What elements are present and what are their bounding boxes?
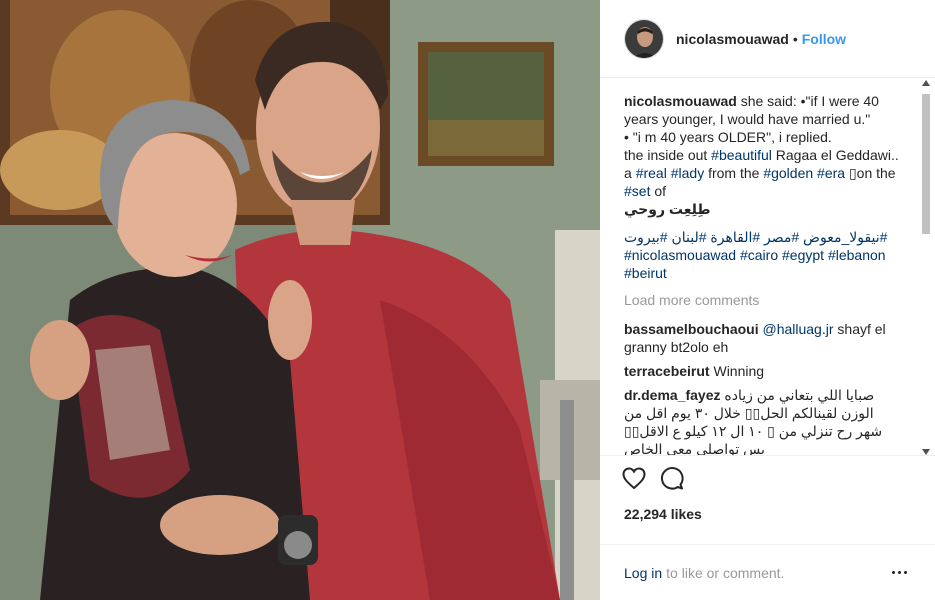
more-options-icon[interactable] bbox=[888, 567, 911, 578]
caption-gap bbox=[624, 218, 900, 228]
post-photo[interactable] bbox=[0, 0, 600, 600]
header-separator: • bbox=[792, 30, 798, 47]
login-link[interactable]: Log in bbox=[624, 565, 662, 581]
caption-username[interactable]: nicolasmouawad bbox=[624, 93, 737, 109]
likes-count-text: 22,294 likes bbox=[624, 506, 702, 522]
header-username[interactable]: nicolasmouawad bbox=[676, 31, 789, 47]
caption-text-3e: of bbox=[650, 183, 667, 199]
caption-text-3c: from the bbox=[704, 165, 764, 181]
scrollbar-thumb[interactable] bbox=[922, 94, 930, 234]
hashtag-nicolasmouawad[interactable]: #nicolasmouawad bbox=[624, 247, 736, 263]
comment-text: Winning bbox=[709, 363, 765, 379]
likes-count[interactable]: 22,294 likes bbox=[600, 499, 935, 529]
comment-username[interactable]: terracebeirut bbox=[624, 363, 710, 379]
hashtag-set[interactable]: #set bbox=[624, 183, 650, 199]
login-prompt-text: to like or comment. bbox=[666, 564, 785, 581]
avatar-image bbox=[625, 19, 663, 58]
hashtag-lady[interactable]: #lady bbox=[671, 165, 704, 181]
hashtag-era[interactable]: #era bbox=[817, 165, 845, 181]
post-header: nicolasmouawad • Follow bbox=[600, 0, 935, 78]
comment: bassamelbouchaoui @halluag.jr shayf el g… bbox=[624, 320, 900, 356]
more-dot bbox=[898, 571, 901, 574]
post-actions bbox=[600, 455, 935, 499]
caption: nicolasmouawad she said: •"if I were 40 … bbox=[624, 92, 900, 282]
scroll-down-arrow-icon[interactable] bbox=[922, 449, 930, 455]
comment-button[interactable] bbox=[658, 464, 686, 492]
follow-button[interactable]: Follow bbox=[802, 31, 846, 47]
hashtag-lebanon[interactable]: #lebanon bbox=[828, 247, 886, 263]
comment-icon bbox=[660, 466, 684, 490]
comments-scrollbar[interactable] bbox=[920, 80, 932, 455]
photo-illustration bbox=[0, 0, 600, 600]
hashtag-beirut[interactable]: #beirut bbox=[624, 265, 667, 281]
hashtag-real[interactable]: #real bbox=[636, 165, 667, 181]
hashtag-egypt[interactable]: #egypt bbox=[782, 247, 824, 263]
comment: dr.dema_fayez صبايا اللي بتعاني من زياده… bbox=[624, 386, 900, 455]
heart-icon bbox=[622, 466, 646, 489]
comment-username[interactable]: dr.dema_fayez bbox=[624, 387, 721, 403]
more-dot bbox=[892, 571, 895, 574]
hashtag-golden[interactable]: #golden bbox=[763, 165, 813, 181]
caption-text-2: • "i m 40 years OLDER", i replied. bbox=[624, 129, 832, 145]
scroll-up-arrow-icon[interactable] bbox=[922, 80, 930, 86]
post-side-panel: nicolasmouawad • Follow nicolasmouawad s… bbox=[600, 0, 935, 600]
load-more-comments[interactable]: Load more comments bbox=[624, 292, 900, 308]
comment: terracebeirut Winning bbox=[624, 362, 900, 380]
instagram-post: nicolasmouawad • Follow nicolasmouawad s… bbox=[0, 0, 935, 600]
caption-text-3a: the inside out bbox=[624, 147, 712, 163]
comment-username[interactable]: bassamelbouchaoui bbox=[624, 321, 759, 337]
avatar[interactable] bbox=[624, 18, 664, 59]
like-button[interactable] bbox=[620, 464, 648, 492]
comment-mention[interactable]: @halluag.jr bbox=[762, 321, 833, 337]
hashtag-beautiful[interactable]: #beautiful bbox=[711, 147, 772, 163]
comments-list[interactable]: nicolasmouawad she said: •"if I were 40 … bbox=[600, 78, 935, 455]
caption-text-3d: ▯on the bbox=[845, 165, 896, 181]
hashtag-cairo[interactable]: #cairo bbox=[740, 247, 778, 263]
hashtags-arabic[interactable]: #نيقولا_معوض #مصر #القاهرة #لبنان #بيروت bbox=[624, 228, 900, 246]
login-prompt: Log in to like or comment. bbox=[600, 544, 935, 600]
caption-arabic-title: طِلِعِت روحي bbox=[624, 201, 711, 217]
more-dot bbox=[904, 571, 907, 574]
